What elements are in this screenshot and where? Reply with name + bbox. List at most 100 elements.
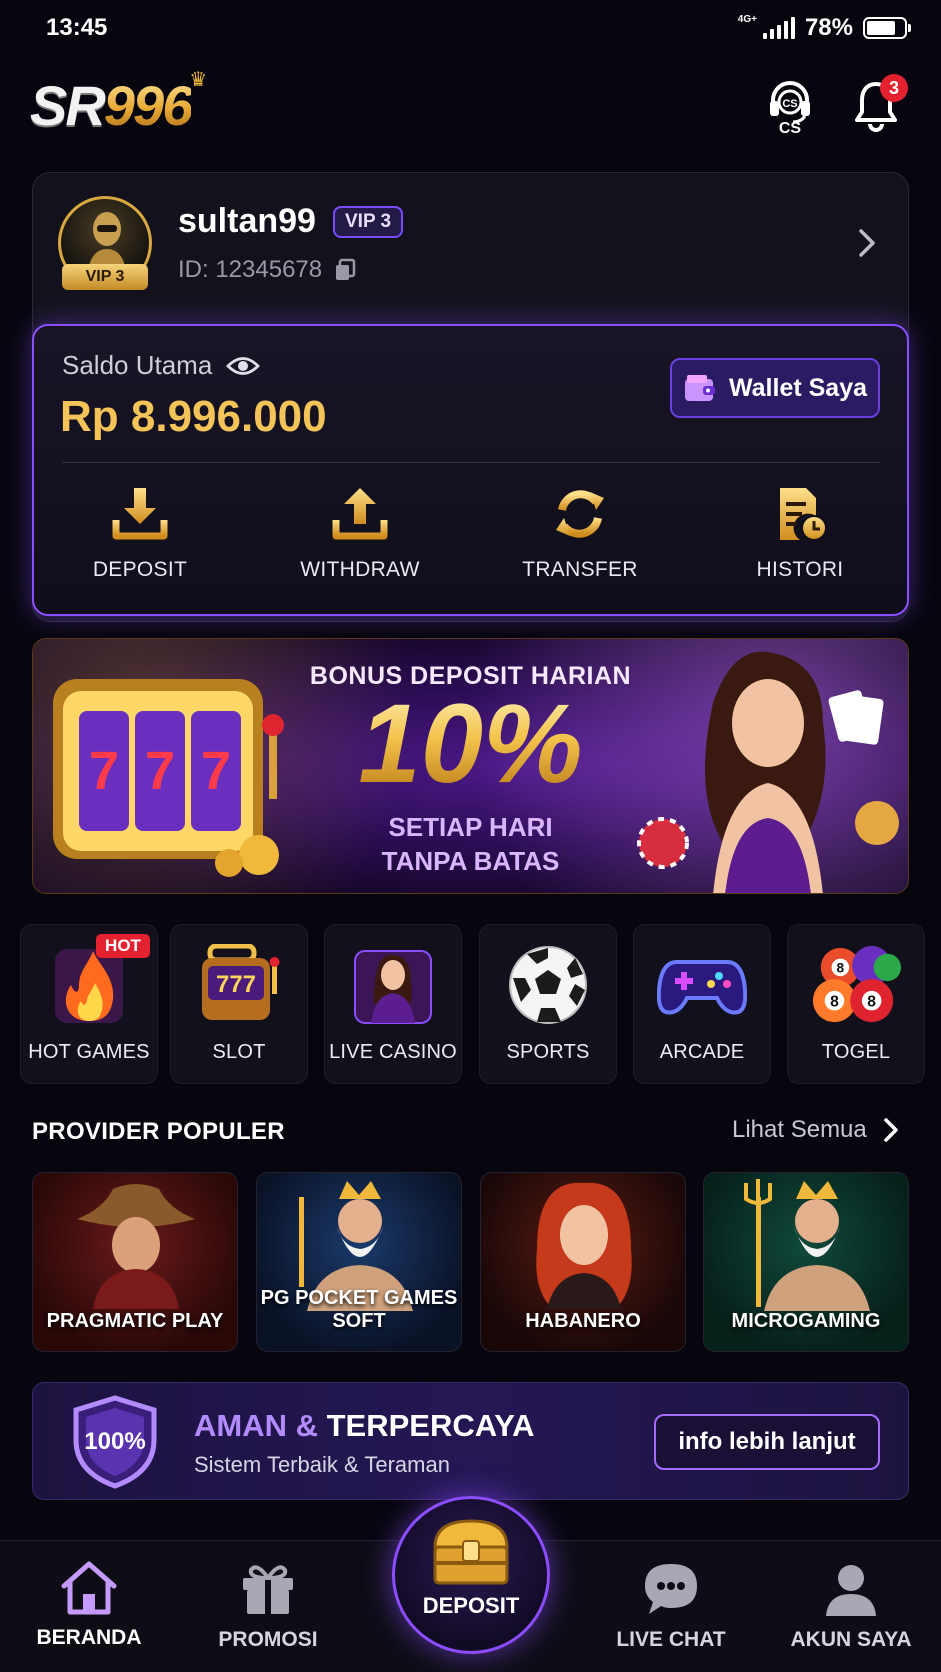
provider-name: PG POCKET GAMES SOFT — [260, 1287, 458, 1332]
wallet-icon — [684, 375, 715, 401]
lottery-balls-icon: 8 8 8 — [812, 945, 901, 1023]
banner-subline-1: SETIAP HARI — [388, 812, 553, 842]
wallet-button-label: Wallet Saya — [728, 373, 868, 402]
home-icon — [61, 1561, 117, 1615]
signal-icon — [762, 17, 795, 39]
hot-badge: HOT — [96, 934, 150, 958]
svg-text:8: 8 — [830, 994, 839, 1011]
nav-live-chat[interactable]: LIVE CHAT — [596, 1560, 746, 1652]
eye-icon[interactable] — [226, 355, 261, 377]
see-all-label: Lihat Semua — [732, 1116, 867, 1143]
status-indicators: 4G+ 78% — [737, 14, 911, 42]
upload-icon — [332, 488, 388, 540]
category-label: SPORTS — [506, 1041, 590, 1063]
cs-label: CS — [778, 120, 802, 137]
nav-account-label: AKUN SAYA — [790, 1628, 912, 1651]
soccer-ball-icon — [509, 946, 587, 1024]
treasure-chest-icon — [433, 1519, 509, 1585]
balance-label: Saldo Utama — [62, 350, 261, 381]
username: sultan99 — [178, 202, 316, 240]
nav-deposit-label: DEPOSIT — [422, 1593, 520, 1618]
category-label: HOT GAMES — [28, 1041, 150, 1063]
profile-chevron-icon[interactable] — [858, 228, 876, 258]
provider-name: MICROGAMING — [731, 1310, 881, 1332]
nav-home[interactable]: BERANDA — [14, 1560, 164, 1650]
provider-section-title: PROVIDER POPULER — [32, 1118, 285, 1145]
see-all-link[interactable]: Lihat Semua — [732, 1116, 899, 1144]
banner-subline: SETIAP HARI TANPA BATAS — [0, 810, 941, 878]
svg-text:777: 777 — [216, 971, 256, 998]
crown-icon: ♛ — [189, 69, 207, 91]
deposit-action[interactable]: DEPOSIT — [40, 484, 240, 582]
provider-name: HABANERO — [525, 1310, 641, 1332]
customer-service-button[interactable]: CS CS — [762, 78, 818, 142]
provider-card-microgaming[interactable]: MICROGAMING — [703, 1172, 909, 1352]
provider-card-habanero[interactable]: HABANERO — [480, 1172, 686, 1352]
battery-icon — [863, 17, 911, 39]
gift-icon — [243, 1565, 293, 1614]
info-more-button[interactable]: info lebih lanjut — [654, 1414, 880, 1470]
provider-card-pragmatic[interactable]: PRAGMATIC PLAY — [32, 1172, 238, 1352]
chevron-right-icon — [884, 1118, 898, 1142]
download-icon — [112, 488, 168, 540]
copy-icon[interactable] — [334, 258, 356, 282]
withdraw-action[interactable]: WITHDRAW — [260, 484, 460, 582]
trust-title: AMAN & TERPERCAYA — [194, 1408, 535, 1444]
app-logo[interactable]: SR996 ♛ — [30, 70, 207, 134]
deposit-action-label: DEPOSIT — [92, 558, 188, 581]
headset-icon: CS — [770, 81, 810, 124]
category-label: ARCADE — [659, 1041, 745, 1063]
transfer-action-label: TRANSFER — [522, 558, 638, 581]
category-label: SLOT — [212, 1041, 266, 1063]
nav-account[interactable]: AKUN SAYA — [776, 1560, 926, 1652]
nav-deposit-fab[interactable]: DEPOSIT — [392, 1496, 550, 1654]
transfer-action[interactable]: TRANSFER — [480, 484, 680, 582]
history-icon — [780, 488, 827, 541]
status-time: 13:45 — [46, 14, 108, 41]
wallet-button[interactable]: Wallet Saya — [670, 358, 880, 418]
network-type: 4G+ — [737, 14, 757, 25]
user-id-text: ID: 12345678 — [178, 256, 323, 283]
refresh-icon — [556, 490, 604, 538]
cowboy-image — [77, 1184, 195, 1309]
red-hair-woman-image — [536, 1182, 632, 1309]
avatar-vip-badge: VIP 3 — [62, 264, 148, 290]
notification-button[interactable]: 3 — [852, 74, 908, 136]
vip-level-badge: VIP 3 — [333, 206, 404, 238]
dealer-icon — [354, 950, 432, 1024]
trust-title-a: AMAN — [194, 1408, 287, 1443]
divider — [62, 462, 880, 463]
user-icon — [826, 1565, 876, 1616]
svg-text:8: 8 — [867, 994, 876, 1011]
svg-text:CS: CS — [782, 98, 797, 110]
category-togel[interactable]: 8 8 8 TOGEL — [787, 924, 925, 1084]
history-action-label: HISTORI — [756, 558, 844, 581]
nav-promo[interactable]: PROMOSI — [193, 1560, 343, 1652]
nav-promo-label: PROMOSI — [218, 1628, 318, 1651]
slot-icon: 777 — [202, 944, 280, 1020]
banner-subline-2: TANPA BATAS — [381, 846, 560, 876]
history-action[interactable]: HISTORI — [700, 484, 900, 582]
balance-label-text: Saldo Utama — [62, 350, 213, 380]
trust-subtitle: Sistem Terbaik & Teraman — [194, 1452, 450, 1477]
category-slot[interactable]: 777 SLOT — [170, 924, 308, 1084]
trust-title-amp: & — [287, 1408, 327, 1443]
poseidon-image — [744, 1179, 870, 1311]
provider-name: PRAGMATIC PLAY — [46, 1310, 224, 1332]
notification-badge: 3 — [880, 74, 908, 102]
provider-card-pg[interactable]: PG POCKET GAMES SOFT — [256, 1172, 462, 1352]
category-arcade[interactable]: ARCADE — [633, 924, 771, 1084]
category-label: LIVE CASINO — [329, 1041, 457, 1063]
banner-percent: 10% — [0, 688, 941, 800]
trust-title-b: TERPERCAYA — [326, 1408, 535, 1443]
svg-text:100%: 100% — [84, 1428, 145, 1455]
nav-live-chat-label: LIVE CHAT — [616, 1628, 726, 1651]
category-sports[interactable]: SPORTS — [479, 924, 617, 1084]
category-live-casino[interactable]: LIVE CASINO — [324, 924, 462, 1084]
svg-text:8: 8 — [837, 960, 845, 975]
chat-icon — [645, 1564, 697, 1614]
gamepad-icon — [657, 960, 747, 1015]
balance-value: Rp 8.996.000 — [60, 392, 327, 441]
shield-icon: 100% — [73, 1395, 157, 1489]
category-label: TOGEL — [821, 1041, 891, 1063]
